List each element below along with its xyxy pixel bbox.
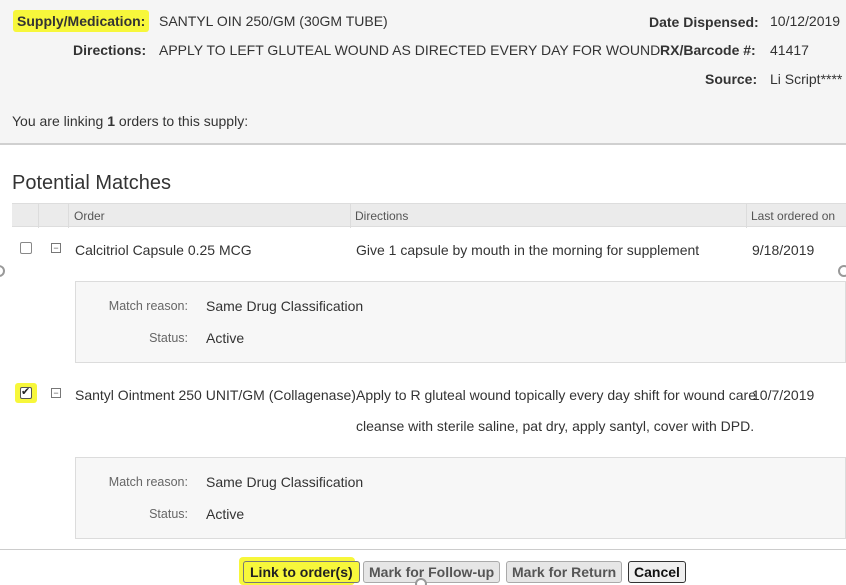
- link-to-orders-button[interactable]: Link to order(s): [243, 561, 360, 583]
- mark-for-follow-up-button[interactable]: Mark for Follow-up: [363, 561, 501, 583]
- column-divider: [68, 204, 69, 228]
- match-detail-panel: Match reason: Same Drug Classification S…: [75, 457, 846, 539]
- column-divider: [38, 204, 39, 228]
- collapse-icon[interactable]: −: [51, 243, 61, 253]
- column-divider: [350, 204, 351, 228]
- order-name: Calcitriol Capsule 0.25 MCG: [75, 242, 252, 258]
- column-divider: [746, 204, 747, 228]
- row-checkbox[interactable]: [20, 242, 32, 254]
- linking-count: 1: [107, 113, 116, 129]
- order-name: Santyl Ointment 250 UNIT/GM (Collagenase…: [75, 387, 356, 403]
- source-label: Source:: [705, 71, 758, 87]
- status-label: Status:: [149, 507, 188, 521]
- linking-summary: You are linking 1 orders to this supply:: [12, 113, 248, 129]
- directions-label: Directions:: [73, 42, 147, 58]
- linking-suffix: orders to this supply:: [118, 113, 249, 129]
- matches-table-header: Order Directions Last ordered on: [12, 203, 846, 228]
- match-reason-value: Same Drug Classification: [206, 474, 364, 490]
- column-header-directions[interactable]: Directions: [355, 209, 408, 223]
- resize-handle-bottom[interactable]: [415, 578, 427, 585]
- potential-matches-title: Potential Matches: [12, 172, 171, 194]
- rx-barcode-label: RX/Barcode #:: [660, 42, 756, 58]
- mark-for-return-button[interactable]: Mark for Return: [506, 561, 623, 583]
- date-dispensed-label: Date Dispensed:: [649, 14, 759, 30]
- collapse-icon[interactable]: −: [51, 388, 61, 398]
- match-detail-panel: Match reason: Same Drug Classification S…: [75, 281, 846, 363]
- source-value: Li Script****: [770, 71, 843, 87]
- order-directions-continued: cleanse with sterile saline, pat dry, ap…: [356, 418, 755, 434]
- supply-value: SANTYL OIN 250/GM (30GM TUBE): [159, 13, 388, 29]
- linking-prefix: You are linking: [12, 113, 104, 129]
- order-directions: Give 1 capsule by mouth in the morning f…: [356, 242, 700, 258]
- resize-handle-right[interactable]: [838, 265, 846, 277]
- match-reason-label: Match reason:: [108, 299, 188, 313]
- order-directions: Apply to R gluteal wound topically every…: [356, 387, 756, 403]
- status-label: Status:: [149, 331, 188, 345]
- supply-label: Supply/Medication:: [13, 10, 150, 32]
- last-ordered-date: 9/18/2019: [752, 242, 815, 258]
- match-reason-value: Same Drug Classification: [206, 298, 364, 314]
- row-checkbox-checked[interactable]: [20, 385, 32, 399]
- rx-barcode-value: 41417: [770, 42, 809, 58]
- last-ordered-date: 10/7/2019: [752, 387, 815, 403]
- cancel-button[interactable]: Cancel: [628, 561, 686, 583]
- directions-value: APPLY TO LEFT GLUTEAL WOUND AS DIRECTED …: [159, 42, 661, 58]
- date-dispensed-value: 10/12/2019: [770, 13, 841, 29]
- supply-header: Supply/Medication: SANTYL OIN 250/GM (30…: [0, 0, 846, 145]
- resize-handle-left[interactable]: [0, 265, 5, 277]
- status-value: Active: [206, 330, 245, 346]
- match-reason-label: Match reason:: [108, 475, 188, 489]
- column-header-order[interactable]: Order: [74, 209, 105, 223]
- column-header-last-ordered[interactable]: Last ordered on: [751, 209, 835, 223]
- status-value: Active: [206, 506, 245, 522]
- dialog-footer: Link to order(s) Mark for Follow-up Mark…: [0, 549, 846, 585]
